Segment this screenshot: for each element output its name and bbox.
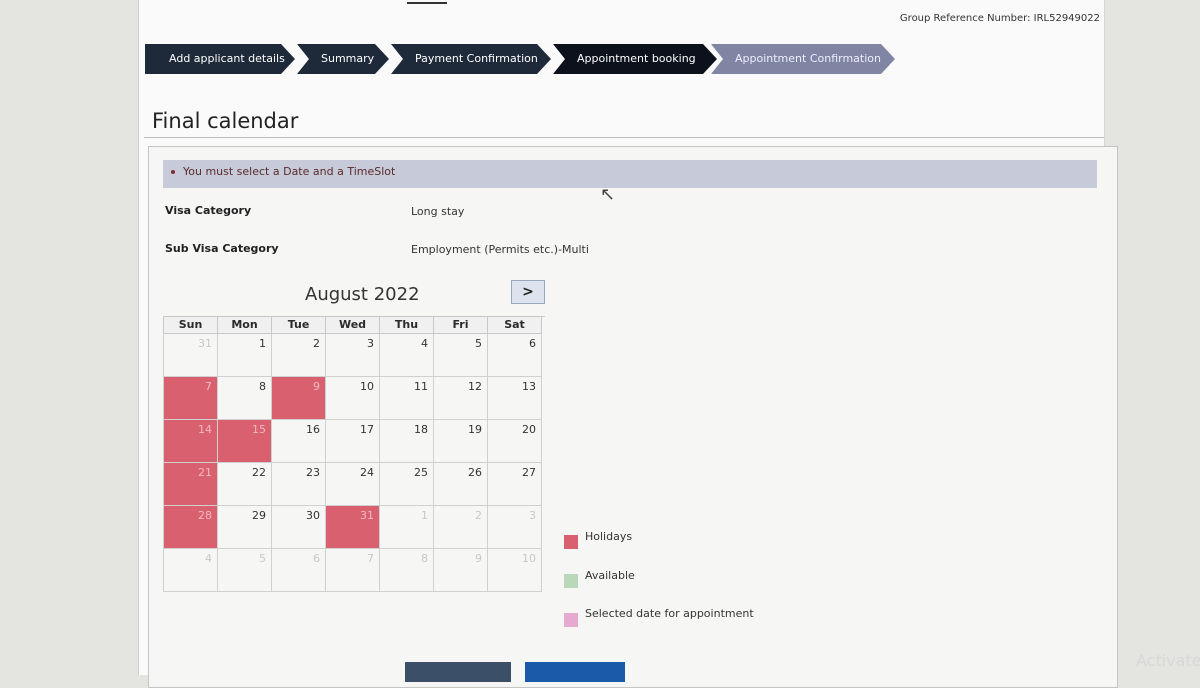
weekday-mon: Mon: [218, 317, 272, 334]
legend-holidays-swatch: [564, 535, 578, 549]
calendar-week-row: 31 1 2 3 4 5 6: [163, 334, 545, 377]
calendar-day[interactable]: 20: [488, 420, 542, 463]
calendar-week-row: 28 29 30 31 1 2 3: [163, 506, 545, 549]
weekday-tue: Tue: [272, 317, 326, 334]
step-appointment-confirmation[interactable]: Appointment Confirmation: [711, 44, 895, 74]
weekday-sat: Sat: [488, 317, 542, 334]
sub-visa-category-value: Employment (Permits etc.)-Multi: [411, 243, 589, 256]
title-divider: [144, 137, 1104, 138]
step-add-applicant-details[interactable]: Add applicant details: [145, 44, 295, 74]
header-title-fragment: [407, 0, 447, 4]
windows-activation-watermark: Activate: [1136, 651, 1200, 670]
group-reference-number: Group Reference Number: IRL52949022: [899, 13, 1100, 24]
calendar-day-outside-month: 5: [218, 549, 272, 592]
calendar-day[interactable]: 17: [326, 420, 380, 463]
step-appointment-booking[interactable]: Appointment booking: [553, 44, 717, 74]
calendar-day[interactable]: 26: [434, 463, 488, 506]
validation-alert: You must select a Date and a TimeSlot: [163, 160, 1097, 188]
step-payment-confirmation[interactable]: Payment Confirmation: [391, 44, 551, 74]
calendar-day[interactable]: 27: [488, 463, 542, 506]
calendar-weekday-header: Sun Mon Tue Wed Thu Fri Sat: [163, 316, 545, 334]
weekday-thu: Thu: [380, 317, 434, 334]
calendar-day-outside-month: 8: [380, 549, 434, 592]
calendar-day[interactable]: 13: [488, 377, 542, 420]
legend-holidays-label: Holidays: [585, 530, 633, 543]
calendar-day[interactable]: 16: [272, 420, 326, 463]
calendar-day[interactable]: 30: [272, 506, 326, 549]
calendar-day[interactable]: 8: [218, 377, 272, 420]
calendar-day-outside-month: 7: [326, 549, 380, 592]
calendar-day[interactable]: 6: [488, 334, 542, 377]
calendar-day[interactable]: 24: [326, 463, 380, 506]
calendar-day-holiday: 14: [164, 420, 218, 463]
calendar-day[interactable]: 23: [272, 463, 326, 506]
weekday-fri: Fri: [434, 317, 488, 334]
calendar-day[interactable]: 11: [380, 377, 434, 420]
weekday-wed: Wed: [326, 317, 380, 334]
calendar-day-outside-month: 31: [164, 334, 218, 377]
calendar-day[interactable]: 25: [380, 463, 434, 506]
next-month-button[interactable]: >: [511, 280, 545, 304]
sub-visa-category-label: Sub Visa Category: [165, 242, 279, 255]
calendar-day[interactable]: 22: [218, 463, 272, 506]
calendar-day-holiday: 7: [164, 377, 218, 420]
calendar-day-holiday: 31: [326, 506, 380, 549]
legend-selected-label: Selected date for appointment: [585, 607, 754, 620]
calendar-day-holiday: 28: [164, 506, 218, 549]
calendar-day[interactable]: 18: [380, 420, 434, 463]
calendar-day-outside-month: 2: [434, 506, 488, 549]
calendar-day-outside-month: 9: [434, 549, 488, 592]
bullet-icon: [171, 170, 175, 174]
calendar-day-outside-month: 1: [380, 506, 434, 549]
calendar-day[interactable]: 3: [326, 334, 380, 377]
calendar-day-outside-month: 3: [488, 506, 542, 549]
calendar-body: 31 1 2 3 4 5 6 7 8 9 10 11 12 13 14 15 16 17 18 19 20 21 22 23 2…: [163, 334, 545, 592]
calendar-day[interactable]: 4: [380, 334, 434, 377]
calendar-day[interactable]: 1: [218, 334, 272, 377]
calendar-day-holiday: 9: [272, 377, 326, 420]
legend-selected-swatch: [564, 613, 578, 627]
calendar-day-holiday: 21: [164, 463, 218, 506]
calendar-day[interactable]: 10: [326, 377, 380, 420]
alert-message: You must select a Date and a TimeSlot: [183, 165, 396, 178]
calendar-day[interactable]: 29: [218, 506, 272, 549]
visa-category-label: Visa Category: [165, 204, 252, 217]
legend-available-label: Available: [585, 569, 635, 582]
calendar-day-outside-month: 6: [272, 549, 326, 592]
calendar-week-row: 4 5 6 7 8 9 10: [163, 549, 545, 592]
submit-button[interactable]: [525, 662, 625, 682]
visa-category-value: Long stay: [411, 205, 465, 218]
calendar-day[interactable]: 2: [272, 334, 326, 377]
calendar-week-row: 21 22 23 24 25 26 27: [163, 463, 545, 506]
back-button[interactable]: [405, 662, 511, 682]
calendar-day[interactable]: 12: [434, 377, 488, 420]
calendar-day[interactable]: 19: [434, 420, 488, 463]
calendar-day-outside-month: 10: [488, 549, 542, 592]
calendar-week-row: 7 8 9 10 11 12 13: [163, 377, 545, 420]
calendar-week-row: 14 15 16 17 18 19 20: [163, 420, 545, 463]
calendar-day-holiday: 15: [218, 420, 272, 463]
calendar-grid: Sun Mon Tue Wed Thu Fri Sat 31 1 2 3 4 5 6 7 8 9 1…: [163, 316, 545, 592]
page-title: Final calendar: [152, 109, 299, 133]
calendar-month-label: August 2022: [305, 284, 420, 305]
legend-available-swatch: [564, 574, 578, 588]
weekday-sun: Sun: [164, 317, 218, 334]
mouse-cursor-icon: ↖: [600, 184, 616, 205]
step-summary[interactable]: Summary: [297, 44, 389, 74]
calendar-day[interactable]: 5: [434, 334, 488, 377]
calendar-day-outside-month: 4: [164, 549, 218, 592]
